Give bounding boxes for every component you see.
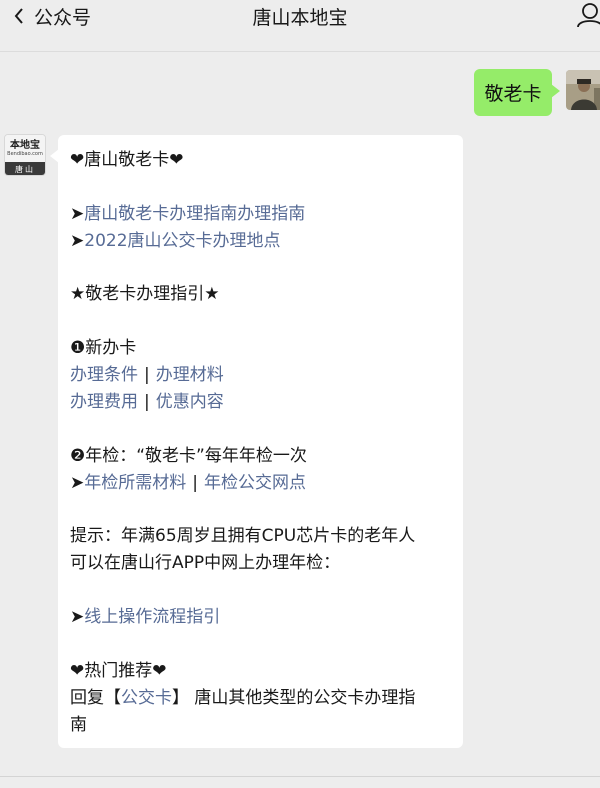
online-link-row: ➤线上操作流程指引 bbox=[70, 607, 221, 628]
user-avatar[interactable] bbox=[566, 70, 600, 110]
person-icon bbox=[577, 3, 600, 28]
guide-link[interactable]: 唐山敬老卡办理指南办理指南 bbox=[84, 204, 305, 224]
tip-text: 可以在唐山行APP中网上办理年检： bbox=[70, 553, 341, 574]
annual-links-row: ➤年检所需材料 | 年检公交网点 bbox=[70, 472, 306, 493]
hot-title: ❤热门推荐❤ bbox=[70, 660, 167, 681]
reply-hint-continued: 南 bbox=[70, 714, 87, 735]
account-avatar[interactable]: 本地宝 Bendibao.com 唐山 bbox=[4, 134, 46, 176]
benefits-link[interactable]: 优惠内容 bbox=[156, 392, 224, 412]
account-logo: 本地宝 Bendibao.com bbox=[5, 135, 45, 162]
new-card-links-row: 办理费用 | 优惠内容 bbox=[70, 392, 224, 413]
online-guide-link[interactable]: 线上操作流程指引 bbox=[84, 607, 220, 627]
page-title: 唐山本地宝 bbox=[252, 7, 348, 29]
profile-button[interactable] bbox=[576, 2, 600, 28]
divider bbox=[0, 776, 600, 777]
outgoing-message-row: 敬老卡 bbox=[0, 68, 600, 120]
tip-text: 提示：年满65周岁且拥有CPU芯片卡的老年人 bbox=[70, 526, 416, 547]
nav-bar: 公众号 唐山本地宝 bbox=[0, 0, 600, 52]
guide-link-row: ➤唐山敬老卡办理指南办理指南 bbox=[70, 203, 306, 224]
conditions-link[interactable]: 办理条件 bbox=[70, 365, 138, 385]
new-card-title: ❶新办卡 bbox=[70, 338, 137, 359]
reply-hint: 回复【公交卡】 唐山其他类型的公交卡办理指 bbox=[70, 687, 416, 708]
message-heading: ❤唐山敬老卡❤ bbox=[70, 150, 184, 170]
user-photo-icon bbox=[566, 70, 600, 110]
guide-link-row: ➤2022唐山公交卡办理地点 bbox=[70, 230, 281, 251]
incoming-bubble: ❤唐山敬老卡❤ ➤唐山敬老卡办理指南办理指南 ➤2022唐山公交卡办理地点 ★敬… bbox=[50, 135, 463, 748]
new-card-links-row: 办理条件 | 办理材料 bbox=[70, 365, 224, 386]
materials-link[interactable]: 办理材料 bbox=[156, 365, 224, 385]
outgoing-bubble[interactable]: 敬老卡 bbox=[474, 69, 560, 116]
annual-outlets-link[interactable]: 年检公交网点 bbox=[204, 473, 306, 493]
account-logo-city: 唐山 bbox=[5, 162, 45, 175]
reply-keyword-link[interactable]: 公交卡 bbox=[121, 688, 172, 708]
annual-materials-link[interactable]: 年检所需材料 bbox=[84, 473, 186, 493]
section-title: ★敬老卡办理指引★ bbox=[70, 284, 220, 305]
annual-check-title: ❷年检：“敬老卡”每年年检一次 bbox=[70, 445, 307, 466]
guide-link[interactable]: 2022唐山公交卡办理地点 bbox=[84, 231, 280, 251]
fees-link[interactable]: 办理费用 bbox=[70, 392, 138, 412]
